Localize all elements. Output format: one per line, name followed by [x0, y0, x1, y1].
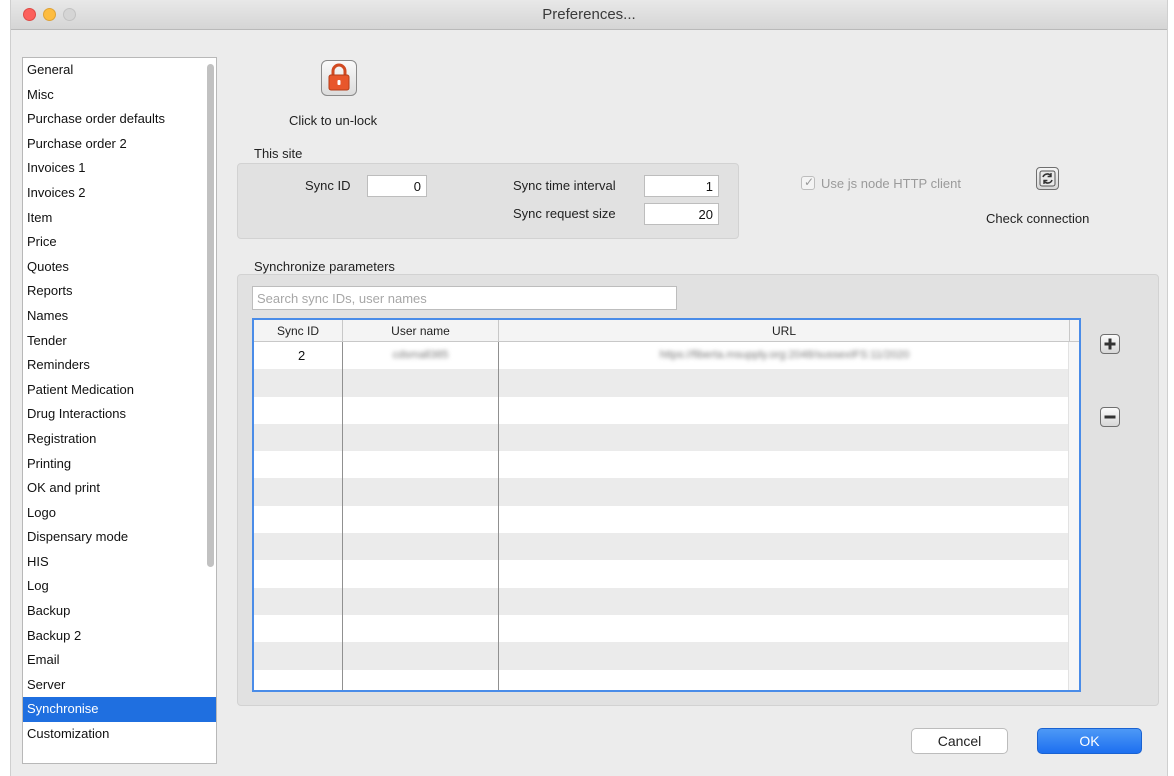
remove-row-button[interactable]: [1100, 407, 1120, 427]
table-row[interactable]: [254, 506, 1079, 533]
table-header: Sync ID User name URL: [254, 320, 1079, 342]
sync-icon: [1039, 170, 1056, 187]
table-row[interactable]: [254, 670, 1079, 690]
sidebar-item-ok-and-print[interactable]: OK and print: [23, 476, 216, 501]
sidebar-list: General Misc Purchase order defaults Purcha…: [23, 58, 216, 747]
js-node-label: Use js node HTTP client: [821, 176, 961, 191]
sidebar-item-logo[interactable]: Logo: [23, 501, 216, 526]
sidebar-scrollbar[interactable]: [207, 64, 214, 567]
column-header-url[interactable]: URL: [499, 320, 1070, 342]
check-connection-label: Check connection: [986, 211, 1090, 226]
sidebar-item-item[interactable]: Item: [23, 206, 216, 231]
title-bar: Preferences...: [11, 0, 1167, 30]
preferences-sidebar[interactable]: General Misc Purchase order defaults Purcha…: [22, 57, 217, 764]
sidebar-item-his[interactable]: HIS: [23, 550, 216, 575]
table-body: 2 cdsmall385 https://fiberta.msupply.org:2…: [254, 342, 1079, 690]
sidebar-item-synchronise[interactable]: Synchronise: [23, 697, 216, 723]
table-row[interactable]: [254, 615, 1079, 642]
lock-icon: [328, 63, 350, 91]
column-divider: [342, 342, 343, 690]
minus-icon: [1104, 415, 1116, 419]
sidebar-item-reports[interactable]: Reports: [23, 279, 216, 304]
sidebar-item-general[interactable]: General: [23, 58, 216, 83]
sidebar-item-misc[interactable]: Misc: [23, 83, 216, 108]
check-connection-button[interactable]: [1036, 167, 1059, 190]
cancel-button[interactable]: Cancel: [911, 728, 1008, 754]
sync-request-size-field[interactable]: [644, 203, 719, 225]
cell-sync-id: 2: [298, 348, 306, 363]
window-title: Preferences...: [542, 6, 636, 23]
sync-params-label: Synchronize parameters: [254, 259, 395, 274]
sidebar-item-email[interactable]: Email: [23, 648, 216, 673]
sync-time-interval-field[interactable]: [644, 175, 719, 197]
lock-caption: Click to un-lock: [289, 113, 378, 128]
table-row[interactable]: [254, 451, 1079, 478]
unlock-button[interactable]: [321, 60, 357, 96]
sidebar-item-purchase-order-2[interactable]: Purchase order 2: [23, 132, 216, 157]
add-row-button[interactable]: [1100, 334, 1120, 354]
sidebar-item-printing[interactable]: Printing: [23, 452, 216, 477]
sync-request-size-label: Sync request size: [513, 206, 616, 221]
table-row[interactable]: [254, 369, 1079, 397]
table-scrollbar[interactable]: [1068, 342, 1079, 690]
sidebar-item-server[interactable]: Server: [23, 673, 216, 698]
js-node-checkbox[interactable]: ✓: [801, 175, 815, 190]
sidebar-item-backup[interactable]: Backup: [23, 599, 216, 624]
plus-icon: [1104, 338, 1116, 350]
sidebar-item-backup-2[interactable]: Backup 2: [23, 624, 216, 649]
table-row[interactable]: [254, 560, 1079, 587]
sidebar-item-quotes[interactable]: Quotes: [23, 255, 216, 280]
table-row[interactable]: [254, 397, 1079, 424]
table-row[interactable]: 2 cdsmall385 https://fiberta.msupply.org:2…: [254, 342, 1079, 369]
table-row[interactable]: [254, 587, 1079, 615]
sidebar-item-log[interactable]: Log: [23, 574, 216, 599]
sidebar-item-patient-medication[interactable]: Patient Medication: [23, 378, 216, 403]
this-site-label: This site: [254, 146, 303, 161]
sidebar-item-reminders[interactable]: Reminders: [23, 353, 216, 378]
sidebar-item-names[interactable]: Names: [23, 304, 216, 329]
sidebar-item-tender[interactable]: Tender: [23, 329, 216, 354]
checkmark-icon: ✓: [804, 175, 815, 189]
sync-search-input[interactable]: [252, 286, 677, 310]
cell-user-name: cdsmall385: [392, 349, 449, 361]
table-row[interactable]: [254, 642, 1079, 670]
sync-id-field[interactable]: [367, 175, 427, 197]
table-row[interactable]: [254, 423, 1079, 452]
sidebar-item-customization[interactable]: Customization: [23, 722, 216, 747]
sidebar-item-invoices-2[interactable]: Invoices 2: [23, 181, 216, 206]
column-header-user-name[interactable]: User name: [343, 320, 499, 342]
cell-url: https://fiberta.msupply.org:2048/sussexI…: [659, 349, 910, 361]
column-header-sync-id[interactable]: Sync ID: [254, 320, 343, 342]
sync-params-table[interactable]: Sync ID User name URL 2 cdsmall385 https:/…: [252, 318, 1081, 692]
ok-button[interactable]: OK: [1037, 728, 1142, 754]
table-row[interactable]: [254, 478, 1079, 506]
sidebar-item-drug-interactions[interactable]: Drug Interactions: [23, 402, 216, 427]
sidebar-item-price[interactable]: Price: [23, 230, 216, 255]
column-divider: [498, 342, 499, 690]
sidebar-item-registration[interactable]: Registration: [23, 427, 216, 452]
sync-time-interval-label: Sync time interval: [513, 178, 616, 193]
sidebar-item-invoices-1[interactable]: Invoices 1: [23, 156, 216, 181]
sidebar-item-dispensary-mode[interactable]: Dispensary mode: [23, 525, 216, 550]
preferences-window: Preferences... General Misc Purchase order…: [10, 0, 1168, 776]
sidebar-item-purchase-order-defaults[interactable]: Purchase order defaults: [23, 107, 216, 132]
table-row[interactable]: [254, 533, 1079, 561]
sync-id-label: Sync ID: [305, 178, 351, 193]
